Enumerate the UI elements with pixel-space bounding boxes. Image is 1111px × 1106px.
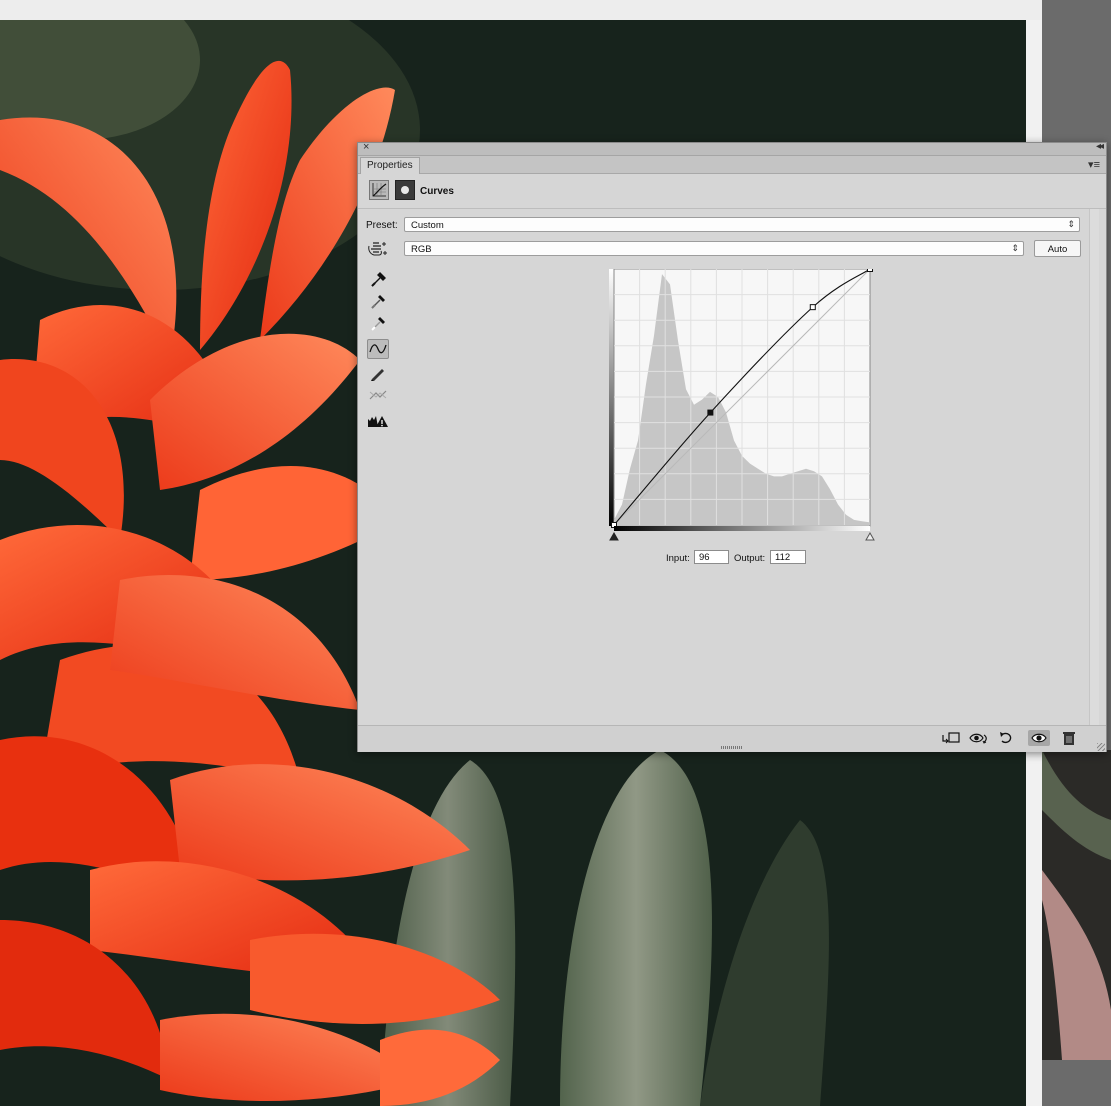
panel-tab-row: Properties ▾≡ bbox=[358, 156, 1106, 174]
updown-arrows-icon: ⇕ bbox=[1067, 219, 1075, 229]
input-gradient-bar bbox=[614, 526, 870, 531]
input-value-field[interactable]: 96 bbox=[694, 550, 729, 564]
preset-dropdown[interactable]: Custom ⇕ bbox=[404, 217, 1080, 232]
adjustment-title: Curves bbox=[420, 186, 454, 197]
black-point-slider-icon[interactable] bbox=[609, 531, 619, 541]
white-point-eyedropper-icon[interactable] bbox=[367, 313, 389, 333]
white-point-slider-icon[interactable] bbox=[865, 531, 875, 541]
preset-value: Custom bbox=[411, 220, 444, 231]
updown-arrows-icon: ⇕ bbox=[1011, 243, 1019, 253]
curves-graph[interactable] bbox=[609, 269, 879, 559]
curves-adjustment-icon[interactable] bbox=[369, 180, 389, 200]
target-adjust-icon[interactable] bbox=[367, 240, 389, 258]
visibility-eye-icon[interactable] bbox=[1028, 730, 1050, 746]
clipping-warning-icon[interactable] bbox=[367, 411, 389, 431]
delete-icon[interactable] bbox=[1058, 730, 1080, 746]
curve-point[interactable] bbox=[867, 269, 873, 272]
panel-resize-grip[interactable] bbox=[721, 746, 743, 749]
auto-button[interactable]: Auto bbox=[1034, 240, 1081, 257]
panel-footer bbox=[358, 725, 1106, 752]
point-curve-icon[interactable] bbox=[367, 339, 389, 359]
properties-panel: × ◂◂ Properties ▾≡ Curves Preset: Custom… bbox=[357, 141, 1107, 752]
adjustment-header: Curves bbox=[358, 174, 1106, 209]
preset-label: Preset: bbox=[366, 220, 398, 231]
output-gradient-bar bbox=[609, 269, 614, 526]
channel-value: RGB bbox=[411, 244, 432, 255]
document-top-bar bbox=[0, 0, 1042, 21]
selected-curve-point[interactable] bbox=[707, 409, 714, 416]
pencil-curve-icon[interactable] bbox=[367, 363, 389, 383]
curve-point[interactable] bbox=[809, 304, 816, 311]
panel-scrollbar[interactable] bbox=[1089, 209, 1099, 727]
output-label: Output: bbox=[734, 553, 766, 564]
panel-title-bar[interactable]: × ◂◂ bbox=[358, 141, 1106, 156]
corner-resize-grip[interactable] bbox=[1097, 743, 1105, 751]
panel-menu-icon[interactable]: ▾≡ bbox=[1088, 158, 1100, 171]
channel-dropdown[interactable]: RGB ⇕ bbox=[404, 241, 1024, 256]
input-label: Input: bbox=[666, 553, 690, 564]
smooth-curve-icon[interactable] bbox=[367, 385, 389, 405]
black-point-eyedropper-icon[interactable] bbox=[367, 269, 389, 289]
clip-to-layer-icon[interactable] bbox=[940, 730, 962, 746]
layer-mask-icon[interactable] bbox=[395, 180, 415, 200]
collapse-panel-icon[interactable]: ◂◂ bbox=[1096, 141, 1104, 152]
close-panel-icon[interactable]: × bbox=[363, 141, 369, 153]
second-document-thumbnail bbox=[1042, 750, 1111, 1060]
gray-point-eyedropper-icon[interactable] bbox=[367, 291, 389, 311]
view-previous-state-icon[interactable] bbox=[968, 730, 990, 746]
output-value-field[interactable]: 112 bbox=[770, 550, 806, 564]
tab-properties[interactable]: Properties bbox=[360, 157, 420, 174]
reset-icon[interactable] bbox=[996, 730, 1018, 746]
